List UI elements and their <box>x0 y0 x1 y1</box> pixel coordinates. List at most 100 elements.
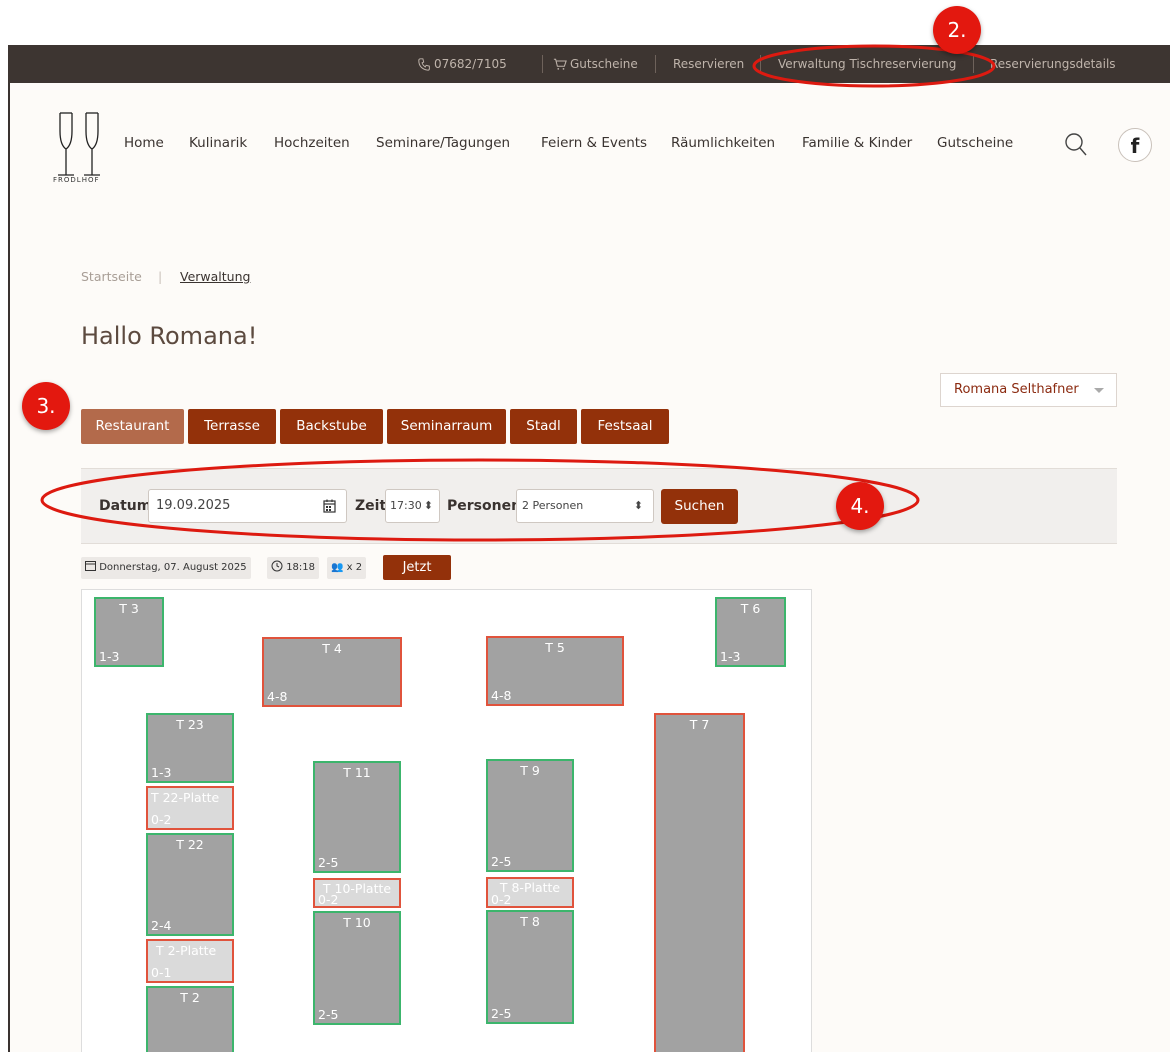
table-t8[interactable]: T 8 2-5 <box>486 910 574 1024</box>
tab-backstube[interactable]: Backstube <box>280 409 383 444</box>
table-capacity: 0-1 <box>151 965 172 980</box>
table-t10[interactable]: T 10 2-5 <box>313 911 401 1025</box>
table-name: T 22 <box>176 837 204 852</box>
table-capacity: 1-3 <box>151 765 172 780</box>
tab-restaurant[interactable]: Restaurant <box>81 409 184 444</box>
current-date-badge: Donnerstag, 07. August 2025 <box>81 557 251 579</box>
table-name: T 4 <box>322 641 342 656</box>
table-capacity: 0-2 <box>318 892 339 907</box>
facebook-icon[interactable]: f <box>1118 128 1152 162</box>
nav-home[interactable]: Home <box>124 135 164 151</box>
logo-wordmark: FRODLHOF <box>53 176 100 184</box>
updown-icon: ⬍ <box>633 499 643 512</box>
admin-table-reservation-link[interactable]: Verwaltung Tischreservierung <box>778 45 956 83</box>
nav-raeumlichkeiten[interactable]: Räumlichkeiten <box>671 135 775 151</box>
divider <box>542 55 543 73</box>
table-name: T 8 <box>520 914 540 929</box>
page: 07682/7105 Gutscheine Reservieren Verwal… <box>0 0 1170 1052</box>
table-capacity: 4-8 <box>491 688 512 703</box>
nav-feiern-events[interactable]: Feiern & Events <box>541 135 647 151</box>
vouchers-link[interactable]: Gutscheine <box>553 45 638 83</box>
tab-seminarraum[interactable]: Seminarraum <box>387 409 506 444</box>
table-capacity: 0-2 <box>151 812 172 827</box>
date-value: 19.09.2025 <box>156 498 231 513</box>
table-name: T 2-Platte <box>156 943 217 958</box>
clock-icon <box>271 560 283 572</box>
current-date: Donnerstag, 07. August 2025 <box>99 562 247 573</box>
nav-gutscheine[interactable]: Gutscheine <box>937 135 1013 151</box>
breadcrumb-home[interactable]: Startseite <box>81 269 142 284</box>
table-t6[interactable]: T 6 1-3 <box>715 597 786 667</box>
date-field[interactable]: 19.09.2025 <box>148 489 347 523</box>
table-t5[interactable]: T 5 4-8 <box>486 636 624 706</box>
table-name: T 6 <box>740 601 761 616</box>
nav-kulinarik[interactable]: Kulinarik <box>189 135 247 151</box>
table-t23[interactable]: T 23 1-3 <box>146 713 234 783</box>
breadcrumb-separator: | <box>158 269 163 284</box>
current-persons-badge: 👥 x 2 <box>327 557 367 579</box>
divider <box>973 55 974 73</box>
time-value: 17:30 <box>390 499 422 512</box>
table-capacity: 1-3 <box>99 649 120 664</box>
nav-seminare[interactable]: Seminare/Tagungen <box>376 135 510 151</box>
table-t3[interactable]: T 3 1-3 <box>94 597 164 667</box>
annotation-badge-3: 3. <box>22 382 70 430</box>
reserve-link[interactable]: Reservieren <box>673 45 744 83</box>
time-select[interactable]: 17:30 ⬍ <box>385 489 440 523</box>
phone-number: 07682/7105 <box>434 57 507 71</box>
page-title: Hallo Romana! <box>81 322 258 350</box>
table-t4[interactable]: T 4 4-8 <box>262 637 402 707</box>
table-capacity: 2-5 <box>318 1007 339 1022</box>
calendar-icon <box>85 561 96 571</box>
table-capacity: 2-5 <box>491 1006 512 1021</box>
wine-glasses-logo-icon <box>58 112 100 176</box>
persons-select[interactable]: 2 Personen ⬍ <box>516 489 654 523</box>
table-t2-platte[interactable]: T 2-Platte 0-1 <box>146 939 234 983</box>
table-t22-platte[interactable]: T 22-Platte 0-2 <box>146 786 234 830</box>
table-capacity: 4-8 <box>267 689 288 704</box>
reservation-details-link[interactable]: Reservierungsdetails <box>990 45 1116 83</box>
user-select[interactable]: Romana Selthafner <box>940 373 1117 407</box>
nav-hochzeiten[interactable]: Hochzeiten <box>274 135 350 151</box>
table-t9[interactable]: T 9 2-5 <box>486 759 574 872</box>
persons-value: 2 Personen <box>522 499 584 512</box>
table-t10-platte[interactable]: T 10-Platte 0-2 <box>313 878 401 908</box>
search-button[interactable]: Suchen <box>661 489 738 524</box>
table-t7[interactable]: T 7 <box>654 713 745 1052</box>
table-t2[interactable]: T 2 <box>146 986 234 1052</box>
divider <box>760 55 761 73</box>
annotation-badge-4: 4. <box>836 482 884 530</box>
current-persons: x 2 <box>346 562 363 573</box>
table-capacity: 0-2 <box>491 892 512 907</box>
table-t22[interactable]: T 22 2-4 <box>146 833 234 936</box>
calendar-icon[interactable] <box>323 499 336 513</box>
annotation-badge-2: 2. <box>933 6 981 54</box>
cart-icon <box>553 58 567 70</box>
persons-label: Personen <box>447 498 522 514</box>
table-name: T 11 <box>343 765 371 780</box>
table-t8-platte[interactable]: T 8-Platte 0-2 <box>486 877 574 908</box>
tab-stadl[interactable]: Stadl <box>510 409 577 444</box>
date-label: Datum <box>99 498 152 514</box>
user-select-value: Romana Selthafner <box>954 382 1079 397</box>
chevron-down-icon <box>1094 388 1104 393</box>
search-icon[interactable] <box>1064 132 1088 158</box>
table-t11[interactable]: T 11 2-5 <box>313 761 401 873</box>
tab-festsaal[interactable]: Festsaal <box>581 409 669 444</box>
table-name: T 2 <box>180 990 200 1005</box>
table-name: T 10 <box>343 915 371 930</box>
current-time-badge: 18:18 <box>267 557 320 579</box>
table-capacity: 2-4 <box>151 918 172 933</box>
table-name: T 5 <box>545 640 565 655</box>
phone-link[interactable]: 07682/7105 <box>418 45 507 83</box>
table-name: T 23 <box>176 717 204 732</box>
divider <box>655 55 656 73</box>
nav-familie-kinder[interactable]: Familie & Kinder <box>802 135 912 151</box>
top-bar: 07682/7105 Gutscheine Reservieren Verwal… <box>8 45 1170 83</box>
tab-terrasse[interactable]: Terrasse <box>188 409 276 444</box>
now-button[interactable]: Jetzt <box>383 555 451 580</box>
breadcrumb-current[interactable]: Verwaltung <box>180 269 250 284</box>
table-name: T 22-Platte <box>151 790 220 805</box>
table-capacity: 2-5 <box>318 855 339 870</box>
current-time: 18:18 <box>286 562 316 573</box>
